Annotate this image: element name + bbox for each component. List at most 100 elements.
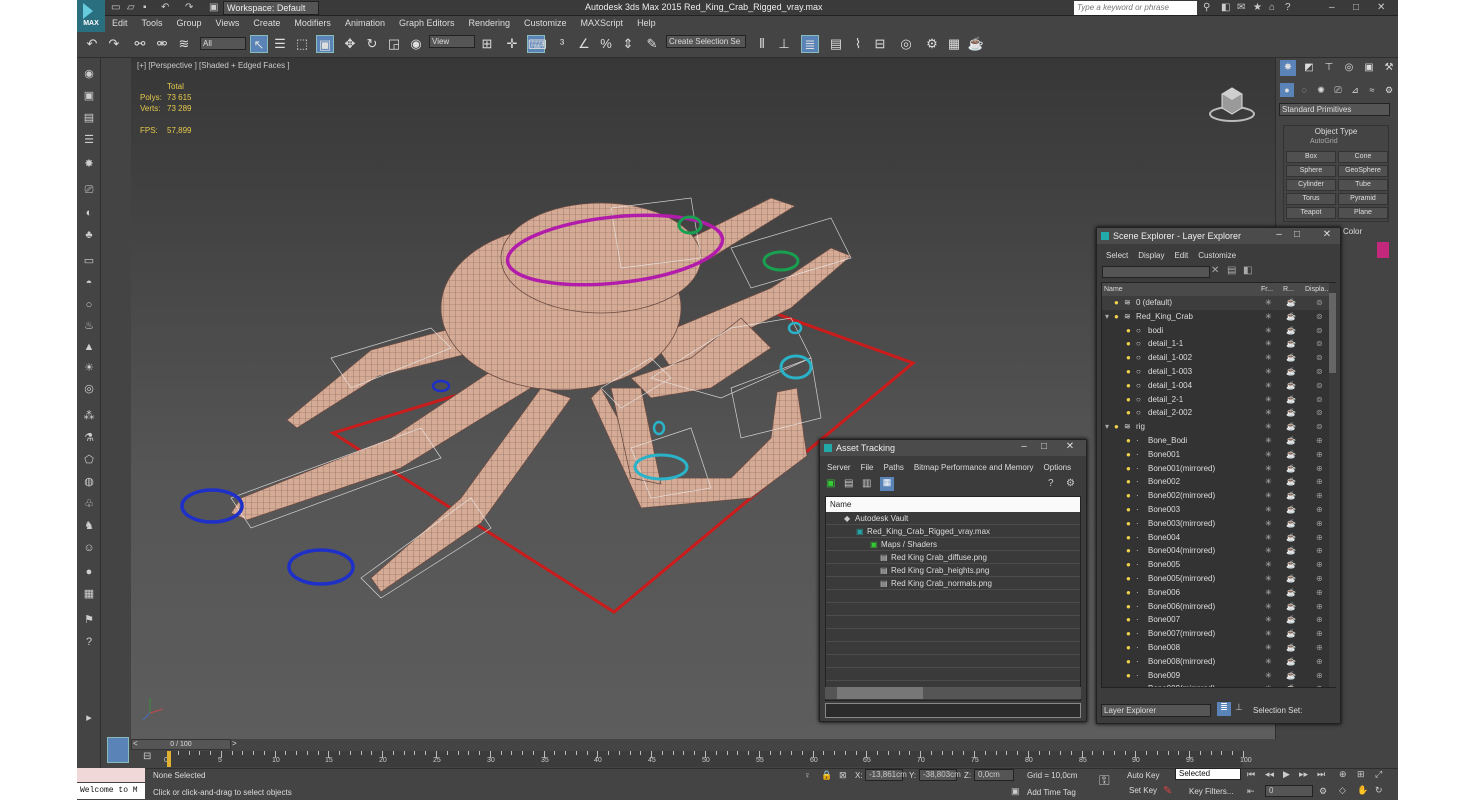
undo-icon[interactable]: ↶: [161, 1, 169, 15]
select-and-rotate-icon[interactable]: ↻: [363, 35, 381, 53]
light-bulb-icon[interactable]: ●: [1126, 324, 1131, 338]
material-editor-icon[interactable]: ◎: [897, 35, 915, 53]
time-slider[interactable]: 0 / 100: [131, 739, 231, 750]
play-icon[interactable]: ▶: [1283, 769, 1290, 780]
options-icon[interactable]: ⚙: [1066, 478, 1075, 489]
search-input[interactable]: Type a keyword or phrase: [1074, 1, 1197, 15]
plane-button[interactable]: Plane: [1338, 207, 1388, 219]
align-icon[interactable]: ⊥: [775, 35, 793, 53]
scene-tree-row[interactable]: ● ○ bodi ✳ ☕ ⊚: [1102, 324, 1335, 338]
freeze-icon[interactable]: ✳: [1265, 310, 1272, 324]
pyramid-button[interactable]: Pyramid: [1338, 193, 1388, 205]
curve-editor-icon[interactable]: ⌇: [849, 35, 867, 53]
toggle-ribbon-icon[interactable]: ▤: [827, 35, 845, 53]
render-icon[interactable]: ☕: [1286, 572, 1296, 586]
menu-server[interactable]: Server: [822, 463, 856, 472]
freeze-icon[interactable]: ✳: [1265, 544, 1272, 558]
light-bulb-icon[interactable]: ●: [1114, 296, 1119, 310]
render-icon[interactable]: ☕: [1286, 586, 1296, 600]
maxscript-output[interactable]: Welcome to M: [77, 783, 145, 799]
expand-arrow-icon[interactable]: ▸: [81, 710, 97, 726]
menu-tools[interactable]: Tools: [135, 16, 170, 28]
app-logo[interactable]: MAX: [77, 0, 105, 32]
menu-paths[interactable]: Paths: [878, 463, 908, 472]
display-icon[interactable]: ⊕: [1316, 613, 1323, 627]
scene-tree-row[interactable]: ● · Bone001 ✳ ☕ ⊕: [1102, 448, 1335, 462]
character-icon[interactable]: ☺: [81, 540, 97, 556]
light-bulb-icon[interactable]: ●: [1126, 627, 1131, 641]
freeze-icon[interactable]: ✳: [1265, 503, 1272, 517]
torus-button[interactable]: Torus: [1286, 193, 1336, 205]
box-button[interactable]: Box: [1286, 151, 1336, 163]
display-icon[interactable]: ⊕: [1316, 531, 1323, 545]
zoom-icon[interactable]: ⊕: [1339, 769, 1347, 780]
cylinder-button[interactable]: Cylinder: [1286, 179, 1336, 191]
freeze-icon[interactable]: ✳: [1265, 406, 1272, 420]
freeze-icon[interactable]: ✳: [1265, 475, 1272, 489]
render-icon[interactable]: ☕: [1286, 406, 1296, 420]
scene-tree-row[interactable]: ● · Bone004 ✳ ☕ ⊕: [1102, 531, 1335, 545]
eye-icon[interactable]: ◉: [81, 66, 97, 82]
refresh-icon[interactable]: ▣: [826, 478, 835, 489]
sun-icon[interactable]: ☀: [81, 360, 97, 376]
primitive-type-dropdown[interactable]: Standard Primitives: [1279, 103, 1390, 116]
freeze-icon[interactable]: ✳: [1265, 531, 1272, 545]
menu-animation[interactable]: Animation: [338, 16, 392, 28]
zoom-extents-icon[interactable]: ⤢: [1375, 769, 1382, 780]
geosphere-button[interactable]: GeoSphere: [1338, 165, 1388, 177]
light-bulb-icon[interactable]: ●: [1126, 351, 1131, 365]
next-frame-icon[interactable]: >: [232, 739, 237, 748]
view-cube-icon[interactable]: [1208, 80, 1256, 124]
lock-selection-icon[interactable]: 🔒: [821, 770, 832, 781]
geometry-icon[interactable]: ●: [1280, 83, 1294, 97]
light-bulb-icon[interactable]: ●: [1126, 682, 1131, 687]
manipulate-icon[interactable]: ✛: [503, 35, 521, 53]
menu-edit[interactable]: Edit: [1169, 251, 1193, 260]
freeze-icon[interactable]: ✳: [1265, 572, 1272, 586]
display-icon[interactable]: ⊕: [1316, 627, 1323, 641]
modify-tab-icon[interactable]: ◩: [1301, 60, 1317, 76]
render-icon[interactable]: ☕: [1286, 379, 1296, 393]
expand-arrow-icon[interactable]: ▾: [1105, 310, 1109, 324]
display-icon[interactable]: ⊕: [1316, 600, 1323, 614]
place-icon[interactable]: ◉: [407, 35, 425, 53]
hierarchy-toggle-icon[interactable]: ⊥: [1235, 702, 1243, 713]
viewport-icon[interactable]: ▣: [81, 88, 97, 104]
asset-row[interactable]: ▤ Red King Crab_normals.png: [826, 577, 1080, 590]
key-mode-icon[interactable]: ⇤: [1247, 786, 1255, 797]
scene-tree-row[interactable]: ● ○ detail_1-1 ✳ ☕ ⊚: [1102, 337, 1335, 351]
scene-tree-row[interactable]: ● · Bone002(mirrored) ✳ ☕ ⊕: [1102, 489, 1335, 503]
utilities-tab-icon[interactable]: ⚒: [1381, 60, 1397, 76]
open-file-icon[interactable]: ▱: [127, 1, 135, 15]
viewport-layout-icon[interactable]: [107, 737, 129, 763]
y-coordinate-field[interactable]: -38,803cm: [919, 769, 961, 781]
new-file-icon[interactable]: ▭: [111, 1, 120, 15]
light-bulb-icon[interactable]: ●: [1126, 586, 1131, 600]
freeze-icon[interactable]: ✳: [1265, 682, 1272, 687]
scene-tree-row[interactable]: ● · Bone009(mirrored) ✳ ☕ ⊕: [1102, 682, 1335, 687]
key-mode-dropdown[interactable]: Selected: [1175, 768, 1241, 780]
menu-views[interactable]: Views: [209, 16, 247, 28]
display-icon[interactable]: ⊚: [1316, 337, 1323, 351]
freeze-icon[interactable]: ✳: [1265, 627, 1272, 641]
scene-tree-row[interactable]: ● · Bone006 ✳ ☕ ⊕: [1102, 586, 1335, 600]
light-bulb-icon[interactable]: ●: [1126, 531, 1131, 545]
absolute-mode-icon[interactable]: ⊠: [839, 770, 847, 781]
particles-icon[interactable]: ⁂: [81, 408, 97, 424]
helper-icon[interactable]: ◐: [81, 205, 97, 221]
named-selection-set-dropdown[interactable]: Create Selection Se: [666, 35, 746, 48]
key-filters-button[interactable]: Key Filters...: [1189, 787, 1233, 796]
freeze-icon[interactable]: ✳: [1265, 296, 1272, 310]
layers-icon[interactable]: ◧: [1243, 265, 1252, 276]
plant-icon[interactable]: ♧: [81, 496, 97, 512]
light-bulb-icon[interactable]: ●: [1114, 420, 1119, 434]
scene-tree-row[interactable]: ● · Bone_Bodi ✳ ☕ ⊕: [1102, 434, 1335, 448]
display-icon[interactable]: ⊚: [1316, 420, 1323, 434]
pivot-center-icon[interactable]: ⊞: [478, 35, 496, 53]
asset-row[interactable]: ▣ Red_King_Crab_Rigged_vray.max: [826, 525, 1080, 538]
light-bulb-icon[interactable]: ●: [1126, 572, 1131, 586]
unlink-icon[interactable]: ⚮: [153, 35, 171, 53]
freeze-icon[interactable]: ✳: [1265, 337, 1272, 351]
freeze-icon[interactable]: ✳: [1265, 558, 1272, 572]
goto-end-icon[interactable]: ⏭: [1317, 769, 1325, 780]
